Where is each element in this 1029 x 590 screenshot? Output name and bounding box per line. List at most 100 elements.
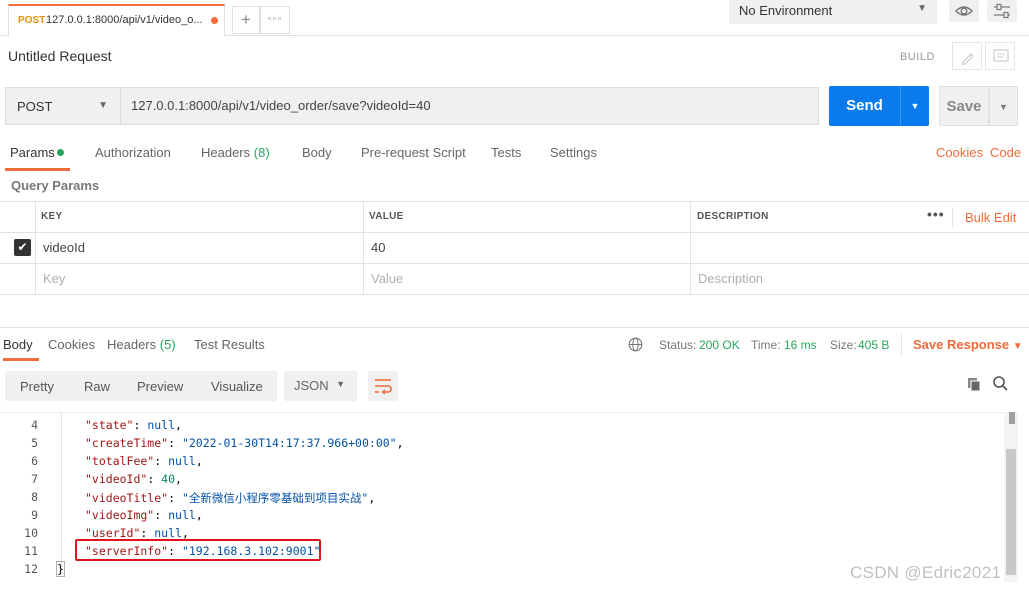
send-dropdown-button[interactable]: ▼ — [900, 86, 929, 126]
format-pretty[interactable]: Pretty — [20, 379, 54, 394]
json-value: "全新微信小程序零基础到项目实战" — [181, 491, 369, 505]
more-tabs-button[interactable]: ◦◦◦ — [260, 6, 290, 34]
wrap-lines-button[interactable] — [368, 371, 398, 401]
json-value: null — [168, 508, 196, 522]
column-header-key: KEY — [41, 211, 63, 222]
json-comma: , — [175, 472, 182, 486]
json-comma: , — [175, 418, 182, 432]
send-button[interactable]: Send — [829, 86, 900, 126]
response-tab-test-results[interactable]: Test Results — [194, 337, 265, 352]
active-tab-indicator — [3, 358, 39, 361]
more-options-icon[interactable]: ••• — [927, 206, 945, 222]
request-tab[interactable]: POST 127.0.0.1:8000/api/v1/video_o... — [8, 4, 225, 36]
tab-params[interactable]: Params — [10, 145, 55, 160]
code-link[interactable]: Code — [990, 145, 1021, 160]
tab-settings[interactable]: Settings — [550, 145, 597, 160]
request-title[interactable]: Untitled Request — [8, 48, 112, 64]
tab-body[interactable]: Body — [302, 145, 332, 160]
response-tab-body[interactable]: Body — [3, 337, 33, 352]
tab-tests[interactable]: Tests — [491, 145, 521, 160]
param-key[interactable]: videoId — [43, 240, 85, 255]
sliders-icon — [994, 3, 1010, 19]
table-divider — [363, 201, 364, 295]
request-tab-method: POST — [18, 15, 46, 26]
json-comma: , — [368, 491, 376, 505]
code-line: "videoTitle": "全新微信小程序零基础到项目实战", — [85, 491, 376, 505]
new-tab-button[interactable]: + — [232, 6, 260, 34]
url-input[interactable]: 127.0.0.1:8000/api/v1/video_order/save?v… — [120, 87, 819, 125]
eye-icon — [955, 6, 973, 16]
tab-headers[interactable]: Headers (8) — [201, 145, 270, 160]
method-select[interactable]: POST ▼ — [5, 87, 121, 125]
new-param-description-input[interactable]: Description — [698, 271, 763, 286]
json-key: "videoTitle" — [85, 491, 169, 505]
closing-brace: } — [57, 562, 64, 576]
json-value: 40 — [161, 472, 176, 486]
status-value[interactable]: 200 OK — [699, 338, 740, 352]
line-number: 6 — [31, 454, 38, 468]
line-number: 9 — [31, 508, 38, 522]
bulk-edit-button[interactable]: Bulk Edit — [965, 210, 1016, 225]
time-value[interactable]: 16 ms — [784, 338, 817, 352]
copy-icon[interactable] — [966, 376, 982, 392]
comments-button[interactable] — [985, 42, 1015, 70]
json-comma: , — [396, 436, 404, 450]
highlight-annotation — [75, 539, 321, 561]
new-param-value-input[interactable]: Value — [371, 271, 403, 286]
language-value: JSON — [294, 378, 329, 393]
json-value: null — [154, 526, 182, 540]
environment-quick-look-button[interactable] — [949, 0, 979, 22]
save-response-button[interactable]: Save Response ▼ — [913, 337, 1023, 352]
column-header-value: VALUE — [369, 211, 404, 222]
tab-authorization[interactable]: Authorization — [95, 145, 171, 160]
params-table — [0, 201, 1029, 295]
manage-environments-button[interactable] — [987, 0, 1017, 22]
table-divider — [0, 232, 1029, 233]
tab-prerequest-script[interactable]: Pre-request Script — [361, 145, 466, 160]
chevron-down-icon: ▼ — [98, 100, 108, 111]
globe-icon[interactable] — [628, 337, 643, 352]
edit-button[interactable] — [952, 42, 982, 70]
json-value: null — [168, 454, 196, 468]
status-separator — [901, 334, 902, 356]
code-line: "state": null, — [85, 418, 182, 432]
active-tab-indicator — [5, 168, 70, 171]
code-line: "totalFee": null, — [85, 454, 203, 468]
param-checkbox[interactable]: ✔ — [14, 239, 31, 256]
save-dropdown-button[interactable]: ▼ — [989, 86, 1018, 126]
environment-select[interactable]: No Environment ▼ — [729, 0, 937, 24]
table-divider — [690, 201, 691, 295]
pane-divider[interactable] — [0, 327, 1029, 328]
cookies-link[interactable]: Cookies — [936, 145, 983, 160]
search-icon[interactable] — [992, 375, 1009, 392]
line-number: 8 — [31, 490, 38, 504]
new-param-key-input[interactable]: Key — [43, 271, 65, 286]
response-tab-cookies[interactable]: Cookies — [48, 337, 95, 352]
environment-label: No Environment — [739, 3, 833, 18]
scrollbar-thumb[interactable] — [1006, 449, 1016, 575]
header-separator — [952, 207, 953, 227]
json-key: "userId" — [85, 526, 141, 540]
code-line: "createTime": "2022-01-30T14:17:37.966+0… — [85, 436, 404, 450]
json-value: null — [147, 418, 176, 432]
format-raw[interactable]: Raw — [84, 379, 110, 394]
size-label: Size: — [830, 338, 857, 352]
column-header-description: DESCRIPTION — [697, 211, 769, 222]
line-number: 7 — [31, 472, 38, 486]
tab-headers-label: Headers — [201, 145, 251, 160]
response-tab-headers[interactable]: Headers (5) — [107, 337, 176, 352]
size-value[interactable]: 405 B — [858, 338, 889, 352]
save-response-label: Save Response — [913, 337, 1010, 352]
language-select[interactable]: JSON ▼ — [284, 371, 357, 401]
json-comma: , — [195, 454, 203, 468]
format-preview[interactable]: Preview — [137, 379, 183, 394]
json-key: "state" — [85, 418, 134, 432]
time-label: Time: — [751, 338, 781, 352]
code-line: "videoId": 40, — [85, 472, 182, 486]
response-tab-headers-count: (5) — [159, 337, 176, 352]
method-value: POST — [17, 99, 53, 114]
param-value[interactable]: 40 — [371, 240, 385, 255]
format-visualize[interactable]: Visualize — [211, 379, 263, 394]
json-key: "createTime" — [85, 436, 169, 450]
save-button[interactable]: Save — [939, 86, 989, 126]
